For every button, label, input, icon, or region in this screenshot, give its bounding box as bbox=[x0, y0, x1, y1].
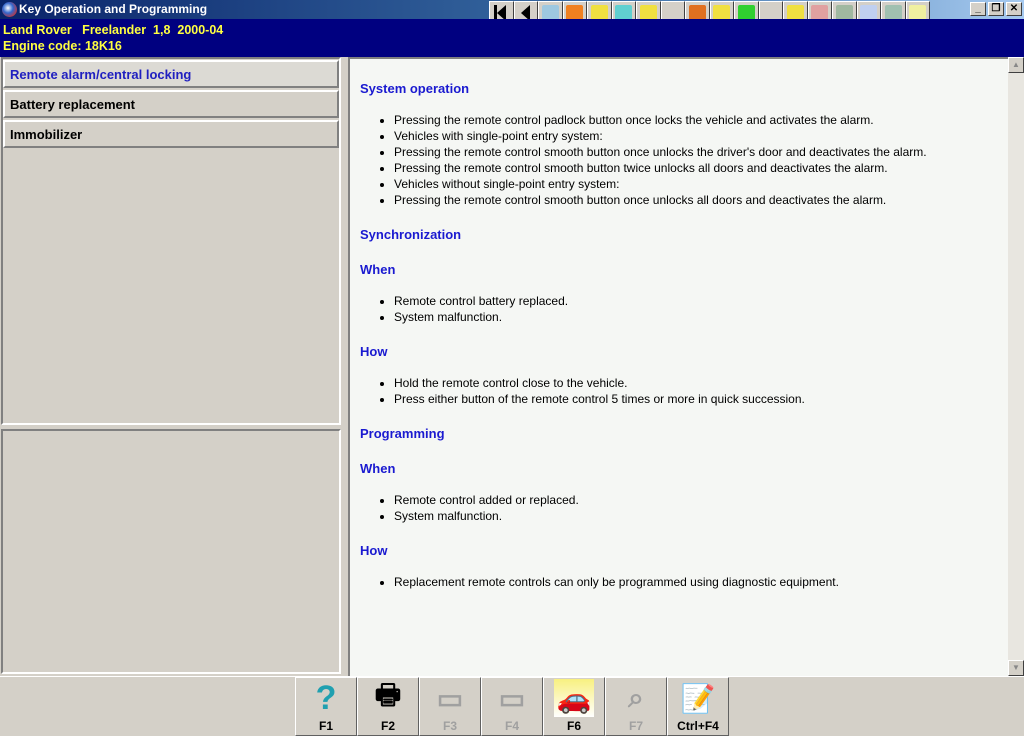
bullet-list: Hold the remote control close to the veh… bbox=[394, 375, 998, 407]
nav-item-battery-replacement[interactable]: Battery replacement bbox=[3, 90, 339, 118]
vehicle-info: Land Rover Freelander 1,8 2000-04 bbox=[3, 23, 224, 37]
section-heading: How bbox=[360, 543, 388, 558]
nav-label: Remote alarm/central locking bbox=[10, 67, 192, 82]
fkey-label: F3 bbox=[442, 719, 457, 733]
list-item: System malfunction. bbox=[394, 309, 998, 325]
section-heading: System operation bbox=[360, 81, 470, 96]
section-heading: Synchronization bbox=[360, 227, 462, 242]
list-item: Press either button of the remote contro… bbox=[394, 391, 998, 407]
engine-code: Engine code: 18K16 bbox=[3, 39, 122, 53]
fkey-ctrl-f4-button[interactable]: 📝 Ctrl+F4 bbox=[667, 677, 729, 736]
section-heading: When bbox=[360, 262, 396, 277]
nav-label: Battery replacement bbox=[10, 97, 135, 112]
list-item: Vehicles without single-point entry syst… bbox=[394, 176, 998, 192]
list-item: Pressing the remote control smooth butto… bbox=[394, 192, 998, 208]
content-pane: System operation Pressing the remote cont… bbox=[348, 57, 1008, 676]
picture-icon: ▭ bbox=[436, 682, 464, 714]
window-title: Key Operation and Programming bbox=[19, 2, 208, 16]
title-bar: Key Operation and Programming _ ❐ ✕ bbox=[0, 0, 1024, 25]
fkey-label: F7 bbox=[628, 719, 643, 733]
scroll-down-button[interactable]: ▼ bbox=[1008, 660, 1024, 676]
fkey-f2-button[interactable]: 🖶 F2 bbox=[357, 677, 419, 736]
list-item: Pressing the remote control smooth butto… bbox=[394, 144, 998, 160]
scroll-up-button[interactable]: ▲ bbox=[1008, 57, 1024, 73]
list-item: Remote control added or replaced. bbox=[394, 492, 998, 508]
nav-item-remote-alarm[interactable]: Remote alarm/central locking bbox=[3, 60, 339, 88]
fkey-label: F2 bbox=[380, 719, 395, 733]
app-icon bbox=[2, 2, 17, 17]
topic-panel: Remote alarm/central locking Battery rep… bbox=[0, 57, 343, 676]
fkey-label: F1 bbox=[318, 719, 333, 733]
fkey-f1-button[interactable]: ? F1 bbox=[295, 677, 357, 736]
fkey-f3-button[interactable]: ▭ F3 bbox=[419, 677, 481, 736]
nav-item-immobilizer[interactable]: Immobilizer bbox=[3, 120, 339, 148]
help-icon: ? bbox=[315, 678, 337, 717]
list-item: Hold the remote control close to the veh… bbox=[394, 375, 998, 391]
function-key-bar: ? F1 🖶 F2 ▭ F3 ▭ F4 🚗 F6 ⌕ F7 📝 Ctrl+F4 bbox=[0, 676, 1024, 736]
fkey-f6-button[interactable]: 🚗 F6 bbox=[543, 677, 605, 736]
nav-label: Immobilizer bbox=[10, 127, 83, 142]
magnifier-icon: ⌕ bbox=[628, 681, 644, 713]
list-item: Pressing the remote control smooth butto… bbox=[394, 160, 998, 176]
picture-icon: ▭ bbox=[498, 682, 526, 714]
close-button[interactable]: ✕ bbox=[1006, 2, 1022, 16]
section-heading: How bbox=[360, 344, 388, 359]
fkey-label: F6 bbox=[566, 719, 581, 733]
restore-button[interactable]: ❐ bbox=[988, 2, 1004, 16]
minimize-button[interactable]: _ bbox=[970, 2, 986, 16]
bullet-list: Remote control added or replaced.System … bbox=[394, 492, 998, 524]
list-item: Remote control battery replaced. bbox=[394, 293, 998, 309]
fkey-f4-button[interactable]: ▭ F4 bbox=[481, 677, 543, 736]
bullet-list: Pressing the remote control padlock butt… bbox=[394, 112, 998, 208]
bullet-list: Replacement remote controls can only be … bbox=[394, 574, 998, 590]
list-item: Pressing the remote control padlock butt… bbox=[394, 112, 998, 128]
section-heading: When bbox=[360, 461, 396, 476]
list-item: System malfunction. bbox=[394, 508, 998, 524]
bullet-list: Remote control battery replaced.System m… bbox=[394, 293, 998, 325]
detail-panel bbox=[1, 429, 341, 674]
fkey-label: Ctrl+F4 bbox=[677, 719, 719, 733]
vehicle-header: Land Rover Freelander 1,8 2000-04 Engine… bbox=[0, 19, 1024, 57]
list-item: Vehicles with single-point entry system: bbox=[394, 128, 998, 144]
section-heading: Programming bbox=[360, 426, 445, 441]
vertical-scrollbar[interactable]: ▲ ▼ bbox=[1008, 57, 1024, 676]
fkey-f7-button[interactable]: ⌕ F7 bbox=[605, 677, 667, 736]
list-item: Replacement remote controls can only be … bbox=[394, 574, 998, 590]
car-service-icon: 🚗 bbox=[554, 679, 594, 717]
fkey-label: F4 bbox=[504, 719, 519, 733]
printer-icon: 🖶 bbox=[374, 679, 402, 710]
notes-icon: 📝 bbox=[680, 682, 716, 714]
